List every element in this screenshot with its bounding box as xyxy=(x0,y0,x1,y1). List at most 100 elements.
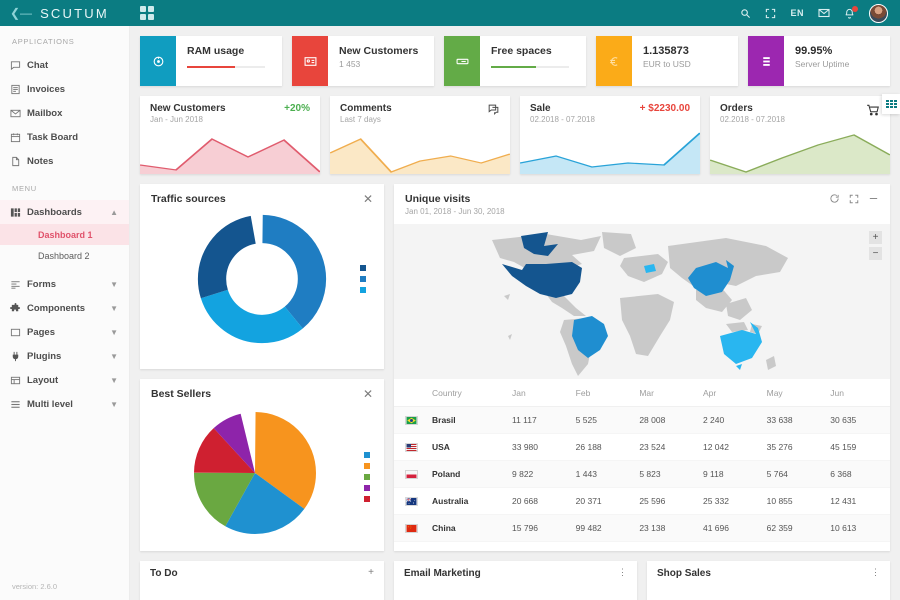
cell-jun: 10 613 xyxy=(826,515,890,542)
sidebar-item-label: Plugins xyxy=(27,351,110,362)
mini-card-title: New Customers xyxy=(150,103,226,114)
puzzle-icon xyxy=(10,303,27,314)
sidebar-subitem-dashboard-2[interactable]: Dashboard 2 xyxy=(0,245,129,266)
minimize-icon[interactable] xyxy=(868,193,879,207)
panel-best-sellers: Best Sellers ✕ xyxy=(140,379,384,551)
unique-visits-table: Country Jan Feb Mar Apr May Jun xyxy=(394,379,890,542)
mini-card-subtitle: 02.2018 - 07.2018 xyxy=(720,115,785,124)
arrow-left-icon[interactable]: ❮— xyxy=(10,7,32,19)
chevron-down-icon: ▼ xyxy=(110,400,118,409)
panel-head: To Do + xyxy=(140,561,384,579)
stat-card-server-uptime[interactable]: 99.95% Server Uptime xyxy=(748,36,890,86)
sidebar-item-pages[interactable]: Pages ▼ xyxy=(0,320,129,344)
app-brand: SCUTUM xyxy=(40,6,109,21)
search-icon[interactable] xyxy=(740,8,751,19)
mini-card-title: Orders xyxy=(720,103,785,114)
mini-card-sale[interactable]: Sale 02.2018 - 07.2018 + $2230.00 xyxy=(520,96,700,174)
mini-card-orders[interactable]: Orders 02.2018 - 07.2018 xyxy=(710,96,890,174)
stat-body: 1.135873 EUR to USD xyxy=(632,36,738,86)
sparkline-comments xyxy=(330,126,510,174)
map-zoom-out-button[interactable]: − xyxy=(869,247,882,260)
stat-value: 1.135873 xyxy=(643,45,728,57)
cell-apr: 9 118 xyxy=(699,461,763,488)
cell-may: 10 855 xyxy=(763,488,827,515)
sidebar-item-dashboards[interactable]: Dashboards ▲ xyxy=(0,200,129,224)
sidebar-item-forms[interactable]: Forms ▼ xyxy=(0,272,129,296)
close-icon[interactable]: ✕ xyxy=(363,193,373,205)
world-map-svg xyxy=(394,224,890,379)
sidebar-item-layout[interactable]: Layout ▼ xyxy=(0,368,129,392)
sidebar-item-label: Dashboards xyxy=(27,207,110,218)
sidebar-item-label: Invoices xyxy=(27,84,119,95)
world-map[interactable]: + − xyxy=(394,224,890,379)
table-row[interactable]: Australia 20 668 20 371 25 596 25 332 10… xyxy=(394,488,890,515)
table-row[interactable]: Poland 9 822 1 443 5 823 9 118 5 764 6 3… xyxy=(394,461,890,488)
sidebar-item-notes[interactable]: Notes xyxy=(0,149,129,173)
more-icon[interactable]: ⋮ xyxy=(871,568,880,579)
donut-svg xyxy=(196,213,328,345)
sidebar-item-multi-level[interactable]: Multi level ▼ xyxy=(0,392,129,416)
cell-mar: 28 008 xyxy=(635,407,699,434)
progress-track xyxy=(187,66,265,68)
sidebar-item-task-board[interactable]: Task Board xyxy=(0,125,129,149)
sidebar-item-plugins[interactable]: Plugins ▼ xyxy=(0,344,129,368)
language-icon[interactable]: EN xyxy=(790,8,804,18)
stat-card-eur-to-usd[interactable]: 1.135873 EUR to USD xyxy=(596,36,738,86)
mini-card-titles: Sale 02.2018 - 07.2018 xyxy=(530,103,595,124)
top-bar: ❮— SCUTUM EN xyxy=(0,0,900,26)
sidebar-item-label: Chat xyxy=(27,60,119,71)
settings-grid-icon[interactable] xyxy=(882,94,900,114)
sidebar-subitem-dashboard-1[interactable]: Dashboard 1 xyxy=(0,224,129,245)
close-icon[interactable]: ✕ xyxy=(363,388,373,400)
plug-icon xyxy=(10,351,27,362)
table-head: Country Jan Feb Mar Apr May Jun xyxy=(394,379,890,407)
mini-card-new-customers[interactable]: New Customers Jan - Jun 2018 +20% xyxy=(140,96,320,174)
gauge-icon xyxy=(140,36,176,86)
panel-title: Shop Sales xyxy=(657,568,711,579)
sidebar-item-chat[interactable]: Chat xyxy=(0,53,129,77)
stat-title: RAM usage xyxy=(187,45,272,57)
column-header-apr: Apr xyxy=(699,379,763,407)
chevron-down-icon: ▼ xyxy=(110,328,118,337)
cell-apr: 12 042 xyxy=(699,434,763,461)
column-header-may: May xyxy=(763,379,827,407)
bell-icon[interactable] xyxy=(844,8,855,19)
cell-country: Brasil xyxy=(428,407,508,434)
table-row[interactable]: Brasil 11 117 5 525 28 008 2 240 33 638 … xyxy=(394,407,890,434)
cell-may: 5 764 xyxy=(763,461,827,488)
cell-may: 33 638 xyxy=(763,407,827,434)
stat-card-ram-usage[interactable]: RAM usage xyxy=(140,36,282,86)
cart-icon[interactable] xyxy=(866,103,880,124)
comment-icon[interactable] xyxy=(487,103,500,124)
avatar[interactable] xyxy=(869,4,888,23)
expand-icon[interactable] xyxy=(849,194,859,207)
mini-card-head: Orders 02.2018 - 07.2018 xyxy=(710,96,890,124)
stat-card-free-spaces[interactable]: Free spaces xyxy=(444,36,586,86)
plus-icon[interactable]: + xyxy=(368,568,374,579)
sidebar-item-mailbox[interactable]: Mailbox xyxy=(0,101,129,125)
legend-swatch xyxy=(364,485,370,491)
sidebar-subitem-label: Dashboard 2 xyxy=(38,251,90,261)
stat-value: 99.95% xyxy=(795,45,880,57)
cell-jun: 30 635 xyxy=(826,407,890,434)
refresh-icon[interactable] xyxy=(829,193,840,207)
table-row[interactable]: USA 33 980 26 188 23 524 12 042 35 276 4… xyxy=(394,434,890,461)
map-zoom-in-button[interactable]: + xyxy=(869,231,882,244)
sidebar-item-label: Multi level xyxy=(27,399,110,410)
mini-card-head: Sale 02.2018 - 07.2018 + $2230.00 xyxy=(520,96,700,124)
mini-card-title: Comments xyxy=(340,103,392,114)
chevron-up-icon: ▲ xyxy=(110,208,118,217)
mini-card-comments[interactable]: Comments Last 7 days xyxy=(330,96,510,174)
main-content: RAM usage New Customers 1 453 Free space… xyxy=(130,26,900,600)
table-row[interactable]: China 15 796 99 482 23 138 41 696 62 359… xyxy=(394,515,890,542)
stat-card-new-customers[interactable]: New Customers 1 453 xyxy=(292,36,434,86)
grid-apps-icon[interactable] xyxy=(140,6,154,20)
sidebar-item-invoices[interactable]: Invoices xyxy=(0,77,129,101)
more-icon[interactable]: ⋮ xyxy=(618,568,627,579)
sidebar-item-components[interactable]: Components ▼ xyxy=(0,296,129,320)
page-icon xyxy=(10,327,27,338)
mini-card-subtitle: Last 7 days xyxy=(340,115,392,124)
mail-icon[interactable] xyxy=(818,7,830,19)
fullscreen-icon[interactable] xyxy=(765,8,776,19)
note-icon xyxy=(10,156,27,167)
